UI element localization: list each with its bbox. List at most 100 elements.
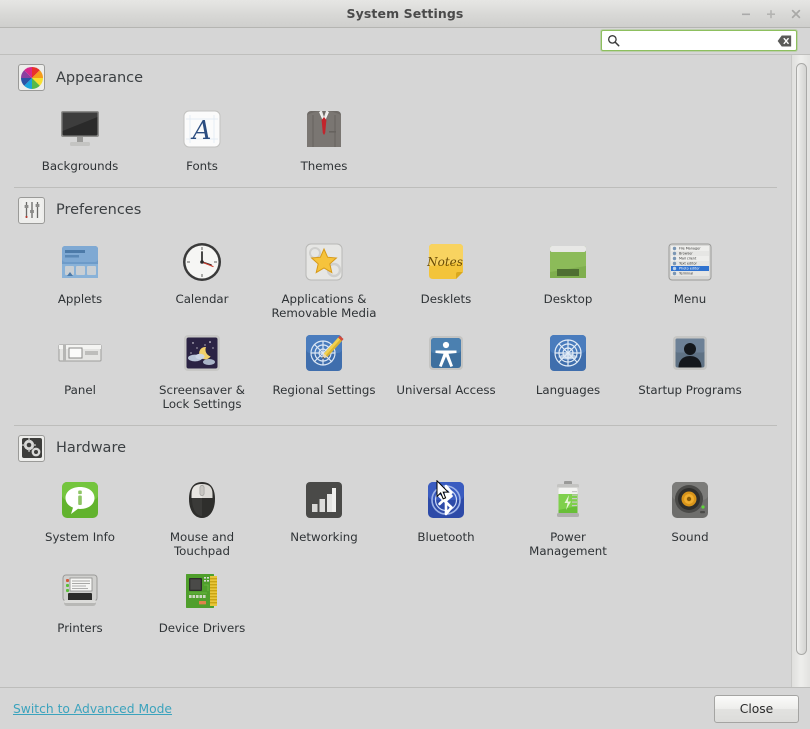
setting-label: Mouse and Touchpad bbox=[169, 529, 235, 559]
close-button[interactable]: Close bbox=[714, 694, 799, 723]
setting-label: Power Management bbox=[529, 529, 607, 559]
setting-label: Desktop bbox=[543, 291, 593, 306]
svg-text:File Manager: File Manager bbox=[679, 246, 701, 250]
setting-label: Sound bbox=[671, 529, 709, 544]
setting-calendar[interactable]: Calendar bbox=[141, 238, 263, 321]
svg-text:Text editor: Text editor bbox=[678, 261, 698, 265]
info-bubble-icon bbox=[56, 476, 104, 524]
setting-screensaver-lock-settings[interactable]: Screensaver & Lock Settings bbox=[141, 329, 263, 412]
section-title-preferences: Preferences bbox=[56, 202, 142, 218]
setting-label: Screensaver & Lock Settings bbox=[159, 382, 245, 412]
setting-mouse-and-touchpad[interactable]: Mouse and Touchpad bbox=[141, 476, 263, 559]
setting-power-management[interactable]: Power Management bbox=[507, 476, 629, 559]
setting-label: Fonts bbox=[186, 159, 218, 173]
search-icon bbox=[606, 33, 621, 48]
night-moon-icon bbox=[178, 329, 226, 377]
signal-bars-icon bbox=[300, 476, 348, 524]
window-controls bbox=[738, 0, 804, 27]
setting-applets[interactable]: Applets bbox=[19, 238, 141, 321]
setting-desklets[interactable]: Notes Desklets bbox=[385, 238, 507, 321]
minimize-icon[interactable] bbox=[738, 6, 754, 22]
un-globe-icon bbox=[544, 329, 592, 377]
switch-advanced-mode-link[interactable]: Switch to Advanced Mode bbox=[13, 702, 172, 716]
grid-appearance: Backgrounds A Fonts Themes bbox=[0, 97, 791, 180]
grid-hardware: System Info Mouse and Touchpad Networkin… bbox=[0, 468, 791, 642]
search-input[interactable] bbox=[621, 32, 776, 49]
setting-label: Printers bbox=[57, 620, 103, 635]
setting-device-drivers[interactable]: Device Drivers bbox=[141, 567, 263, 636]
setting-label: Desklets bbox=[420, 291, 472, 306]
section-hardware: Hardware System Info Mouse and Touchpad … bbox=[0, 426, 791, 642]
setting-label: Panel bbox=[64, 382, 96, 397]
setting-label: Regional Settings bbox=[272, 382, 376, 397]
setting-universal-access[interactable]: Universal Access bbox=[385, 329, 507, 412]
clear-icon[interactable] bbox=[776, 34, 792, 48]
setting-label: Menu bbox=[673, 291, 707, 306]
clock-icon bbox=[178, 238, 226, 286]
grid-preferences: Applets Calendar Applications & Removabl… bbox=[0, 230, 791, 418]
setting-system-info[interactable]: System Info bbox=[19, 476, 141, 559]
section-appearance: Appearance Backgrounds A Fonts Themes bbox=[0, 55, 791, 188]
bluetooth-icon bbox=[422, 476, 470, 524]
printer-icon bbox=[56, 567, 104, 615]
setting-label: Languages bbox=[535, 382, 601, 397]
setting-printers[interactable]: Printers bbox=[19, 567, 141, 636]
setting-label: Calendar bbox=[175, 291, 229, 306]
search-strip bbox=[0, 28, 810, 55]
svg-text:A: A bbox=[191, 116, 212, 146]
setting-backgrounds[interactable]: Backgrounds bbox=[19, 105, 141, 174]
applets-panel-icon bbox=[56, 238, 104, 286]
setting-themes[interactable]: Themes bbox=[263, 105, 385, 174]
setting-applications-removable-media[interactable]: Applications & Removable Media bbox=[263, 238, 385, 321]
setting-languages[interactable]: Languages bbox=[507, 329, 629, 412]
circuit-board-icon bbox=[178, 567, 226, 615]
setting-label: Networking bbox=[290, 529, 358, 544]
letter-a-icon: A bbox=[178, 105, 226, 153]
setting-label: Device Drivers bbox=[158, 620, 246, 635]
speaker-icon bbox=[666, 476, 714, 524]
setting-label: Universal Access bbox=[396, 382, 496, 397]
gears-icon bbox=[18, 434, 45, 462]
close-icon[interactable] bbox=[788, 6, 804, 22]
setting-label: Applications & Removable Media bbox=[271, 291, 377, 321]
green-window-icon bbox=[544, 238, 592, 286]
accessibility-icon bbox=[422, 329, 470, 377]
section-title-hardware: Hardware bbox=[56, 440, 127, 456]
section-preferences: Preferences Applets Calendar Application… bbox=[0, 188, 791, 426]
svg-text:Notes: Notes bbox=[426, 255, 463, 269]
globe-pencil-icon bbox=[300, 329, 348, 377]
search-box[interactable] bbox=[601, 30, 797, 51]
setting-sound[interactable]: Sound bbox=[629, 476, 751, 559]
setting-desktop[interactable]: Desktop bbox=[507, 238, 629, 321]
setting-regional-settings[interactable]: Regional Settings bbox=[263, 329, 385, 412]
scrollbar-thumb[interactable] bbox=[796, 63, 807, 655]
svg-text:Browser: Browser bbox=[679, 251, 693, 255]
setting-panel[interactable]: Panel bbox=[19, 329, 141, 412]
setting-label: Bluetooth bbox=[417, 529, 475, 544]
panel-icon bbox=[56, 329, 104, 377]
setting-bluetooth[interactable]: Bluetooth bbox=[385, 476, 507, 559]
setting-label: Themes bbox=[300, 159, 348, 173]
setting-fonts[interactable]: A Fonts bbox=[141, 105, 263, 174]
setting-networking[interactable]: Networking bbox=[263, 476, 385, 559]
svg-text:Photo editor: Photo editor bbox=[679, 266, 700, 270]
section-header-hardware: Hardware bbox=[0, 426, 791, 468]
settings-content: Appearance Backgrounds A Fonts Themes Pr… bbox=[0, 55, 791, 687]
title-bar: System Settings bbox=[0, 0, 810, 28]
bottom-bar: Switch to Advanced Mode Close bbox=[0, 687, 810, 729]
maximize-icon[interactable] bbox=[763, 6, 779, 22]
section-title-appearance: Appearance bbox=[56, 69, 144, 86]
setting-label: Startup Programs bbox=[638, 382, 742, 397]
setting-label: System Info bbox=[44, 529, 116, 544]
setting-startup-programs[interactable]: Startup Programs bbox=[629, 329, 751, 412]
sticky-note-icon: Notes bbox=[422, 238, 470, 286]
setting-label: Backgrounds bbox=[41, 159, 119, 173]
person-silhouette-icon bbox=[666, 329, 714, 377]
mouse-icon bbox=[178, 476, 226, 524]
battery-icon bbox=[544, 476, 592, 524]
setting-menu[interactable]: File Manager Browser Mail client Text ed… bbox=[629, 238, 751, 321]
menu-list-icon: File Manager Browser Mail client Text ed… bbox=[666, 238, 714, 286]
window-title: System Settings bbox=[346, 6, 464, 21]
star-icon bbox=[300, 238, 348, 286]
vertical-scrollbar[interactable] bbox=[791, 55, 810, 687]
